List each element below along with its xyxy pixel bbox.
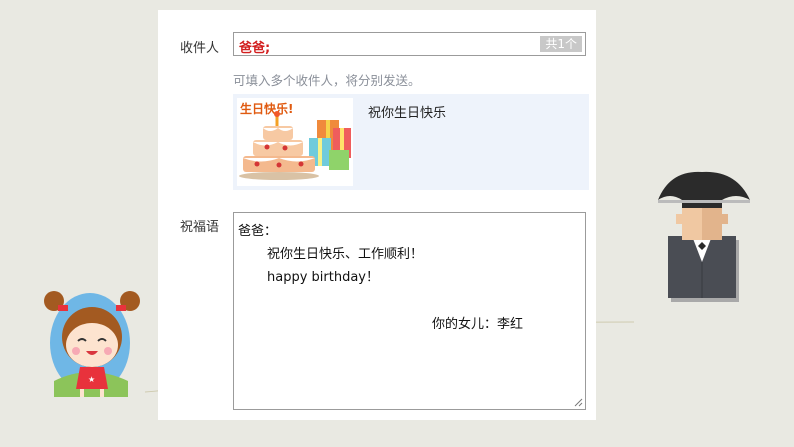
recipient-label: 收件人 bbox=[180, 41, 220, 56]
father-illustration bbox=[658, 171, 750, 302]
message-textarea[interactable]: 爸爸： 祝你生日快乐、工作顺利！ happy birthday！ 你的女儿：李红 bbox=[233, 212, 586, 410]
message-body: 祝你生日快乐、工作顺利！ bbox=[267, 247, 424, 262]
recipient-count-badge: 共1个 bbox=[540, 36, 582, 52]
girl-illustration: ★ bbox=[44, 291, 140, 397]
card-preview[interactable]: 生日快乐! 祝你生日快乐 bbox=[233, 94, 589, 190]
recipient-hint: 可填入多个收件人，将分别发送。 bbox=[233, 73, 421, 88]
card-title: 祝你生日快乐 bbox=[368, 106, 447, 121]
message-english: happy birthday！ bbox=[267, 270, 379, 285]
recipient-input[interactable]: 爸爸; 共1个 bbox=[233, 32, 586, 56]
recipient-value: 爸爸; bbox=[239, 41, 271, 56]
message-signature: 你的女儿：李红 bbox=[432, 317, 524, 332]
card-image-text: 生日快乐! bbox=[240, 101, 293, 116]
svg-text:★: ★ bbox=[88, 375, 95, 384]
gift-card-form: 收件人 爸爸; 共1个 可填入多个收件人，将分别发送。 生日快乐! 祝你生日快乐… bbox=[158, 10, 596, 420]
resize-grip-icon[interactable] bbox=[573, 397, 583, 407]
message-label: 祝福语 bbox=[180, 220, 220, 235]
birthday-card-image: 生日快乐! bbox=[237, 98, 353, 186]
message-greeting: 爸爸： bbox=[238, 224, 278, 239]
